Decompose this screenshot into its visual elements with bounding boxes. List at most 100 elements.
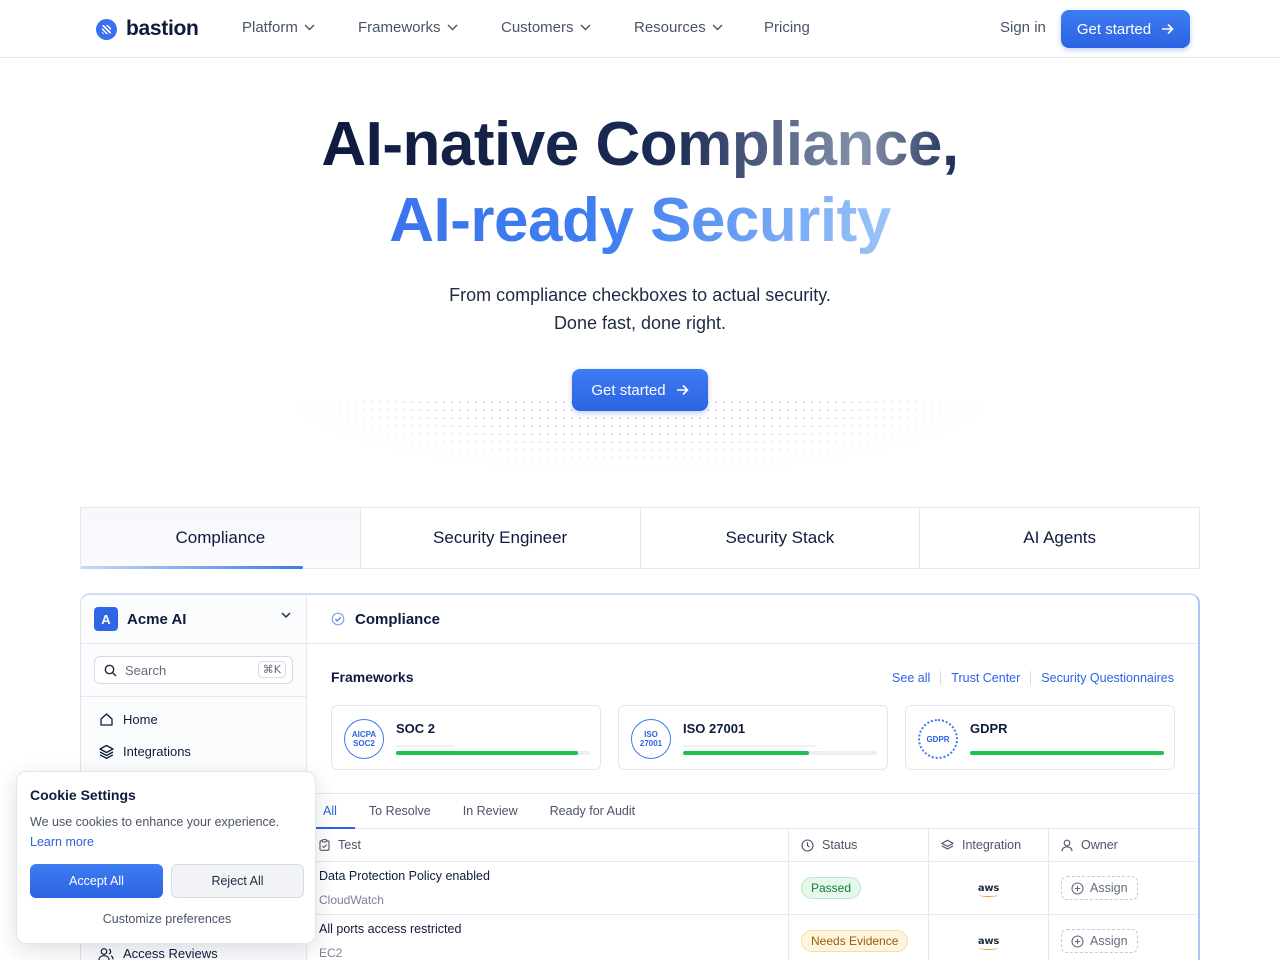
nav-link-label: Customers: [501, 19, 574, 36]
chevron-down-icon: [712, 24, 723, 31]
framework-progress-bar: [970, 751, 1164, 755]
column-header-owner[interactable]: Owner: [1049, 829, 1198, 861]
nav-link-label: Pricing: [764, 19, 810, 36]
chevron-down-icon: [281, 612, 291, 619]
tab-security-engineer[interactable]: Security Engineer: [361, 508, 641, 568]
clock-icon: [801, 838, 814, 852]
plus-circle-icon: [1071, 934, 1084, 948]
search-shortcut-hint: ⌘K: [257, 661, 286, 678]
org-name: Acme AI: [127, 610, 187, 628]
nav-link-pricing[interactable]: Pricing: [764, 19, 810, 36]
framework-card-iso27001[interactable]: ISO 27001 ISO 27001: [618, 705, 888, 770]
assign-owner-button[interactable]: Assign: [1061, 876, 1138, 900]
reject-all-button[interactable]: Reject All: [171, 864, 304, 898]
app-main: Compliance Frameworks See all Trust Cent…: [307, 595, 1198, 960]
search-box: ⌘K: [94, 656, 293, 684]
framework-name: SOC 2: [396, 721, 436, 736]
learn-more-link[interactable]: Learn more: [30, 835, 94, 849]
cookie-settings-dialog: Cookie Settings We use cookies to enhanc…: [16, 771, 316, 944]
sidebar-nav: Home Integrations: [81, 697, 306, 767]
hero-title-text: AI-ready Security: [389, 186, 891, 255]
status-cell: Needs Evidence: [789, 915, 929, 960]
sidebar-item-label: Access Reviews: [123, 946, 218, 960]
see-all-link[interactable]: See all: [882, 671, 940, 685]
nav-link-platform[interactable]: Platform: [242, 19, 315, 36]
test-filter-tabs: All To Resolve In Review Ready for Audit: [307, 793, 1198, 829]
nav-link-label: Frameworks: [358, 19, 441, 36]
hero-subtitle-line-1: From compliance checkboxes to actual sec…: [449, 285, 831, 305]
nav-link-customers[interactable]: Customers: [501, 19, 591, 36]
layers-icon: [99, 744, 114, 759]
button-label: Assign: [1090, 881, 1128, 895]
framework-card-gdpr[interactable]: GDPR GDPR: [905, 705, 1175, 770]
nav-get-started-button[interactable]: Get started: [1061, 10, 1190, 48]
dot-grid-decoration: [160, 398, 1120, 502]
frameworks-links: See all Trust Center Security Questionna…: [882, 671, 1174, 685]
frameworks-title: Frameworks: [331, 669, 414, 685]
framework-name: GDPR: [970, 721, 1008, 736]
subtab-all[interactable]: All: [313, 794, 355, 829]
framework-cards: AICPA SOC2 SOC 2 ISO 27001 ISO 27001 GDPR …: [331, 705, 1175, 770]
owner-cell: Assign: [1049, 915, 1198, 960]
hero-title-text: AI-native Compliance,: [321, 110, 959, 179]
integration-cell: aws: [929, 915, 1049, 960]
tab-ai-agents[interactable]: AI Agents: [920, 508, 1199, 568]
brand-name: bastion: [126, 17, 199, 40]
org-switcher[interactable]: A Acme AI: [81, 595, 306, 644]
test-cell: All ports access restricted EC2: [307, 915, 789, 960]
framework-progress-bar: [396, 745, 590, 755]
gdpr-stars-seal-icon: GDPR: [918, 719, 958, 759]
aws-logo-icon: aws: [977, 935, 1000, 950]
hero-title-line-1: AI-native Compliance,: [0, 114, 1280, 176]
sidebar-item-access-reviews[interactable]: Access Reviews: [98, 946, 218, 960]
hero-get-started-button[interactable]: Get started: [572, 369, 708, 411]
assign-owner-button[interactable]: Assign: [1061, 929, 1138, 953]
sidebar-item-label: Home: [123, 711, 158, 727]
status-badge: Passed: [801, 877, 862, 899]
tab-security-stack[interactable]: Security Stack: [641, 508, 921, 568]
framework-card-soc2[interactable]: AICPA SOC2 SOC 2: [331, 705, 601, 770]
chevron-down-icon: [580, 24, 591, 31]
frameworks-header: Frameworks See all Trust Center Security…: [331, 669, 1174, 685]
hero-subtitle-line-2: Done fast, done right.: [553, 313, 727, 333]
trust-center-link[interactable]: Trust Center: [940, 671, 1030, 685]
security-questionnaires-link[interactable]: Security Questionnaires: [1030, 671, 1174, 685]
tab-compliance[interactable]: Compliance: [81, 508, 361, 569]
table-row[interactable]: All ports access restricted EC2 Needs Ev…: [307, 915, 1198, 960]
button-label: Get started: [591, 381, 666, 399]
chevron-down-icon: [304, 24, 315, 31]
sidebar-item-integrations[interactable]: Integrations: [81, 735, 306, 767]
arrow-right-icon: [676, 384, 689, 396]
subtab-to-resolve[interactable]: To Resolve: [353, 794, 447, 828]
nav-link-label: Platform: [242, 19, 298, 36]
subtab-ready-for-audit[interactable]: Ready for Audit: [534, 794, 651, 828]
column-label: Owner: [1081, 838, 1118, 852]
column-label: Test: [338, 838, 361, 852]
column-header-test[interactable]: Test: [307, 829, 789, 861]
subtab-in-review[interactable]: In Review: [447, 794, 534, 828]
test-cell: Data Protection Policy enabled CloudWatc…: [307, 862, 789, 914]
customize-preferences-button[interactable]: Customize preferences: [17, 912, 317, 926]
aicpa-soc2-seal-icon: AICPA SOC2: [344, 719, 384, 759]
sign-in-link[interactable]: Sign in: [1000, 19, 1046, 36]
org-avatar: A: [94, 607, 118, 631]
framework-progress-bar: [683, 745, 877, 755]
users-icon: [98, 947, 114, 960]
test-name: All ports access restricted: [319, 922, 462, 936]
progress-fill: [683, 751, 810, 755]
column-header-status[interactable]: Status: [789, 829, 929, 861]
top-nav: bastion Platform Frameworks Customers Re…: [0, 0, 1280, 58]
plus-circle-icon: [1071, 881, 1084, 895]
search-icon: [104, 664, 117, 676]
cookie-description: We use cookies to enhance your experienc…: [30, 815, 280, 829]
nav-link-resources[interactable]: Resources: [634, 19, 723, 36]
table-row[interactable]: Data Protection Policy enabled CloudWatc…: [307, 862, 1198, 915]
accept-all-button[interactable]: Accept All: [30, 864, 163, 898]
arrow-right-icon: [1162, 23, 1174, 35]
brand-logo[interactable]: bastion: [96, 17, 199, 41]
column-header-integration[interactable]: Integration: [929, 829, 1049, 861]
sidebar-item-home[interactable]: Home: [81, 703, 306, 735]
search-input[interactable]: [125, 662, 245, 678]
nav-link-label: Resources: [634, 19, 706, 36]
nav-link-frameworks[interactable]: Frameworks: [358, 19, 458, 36]
